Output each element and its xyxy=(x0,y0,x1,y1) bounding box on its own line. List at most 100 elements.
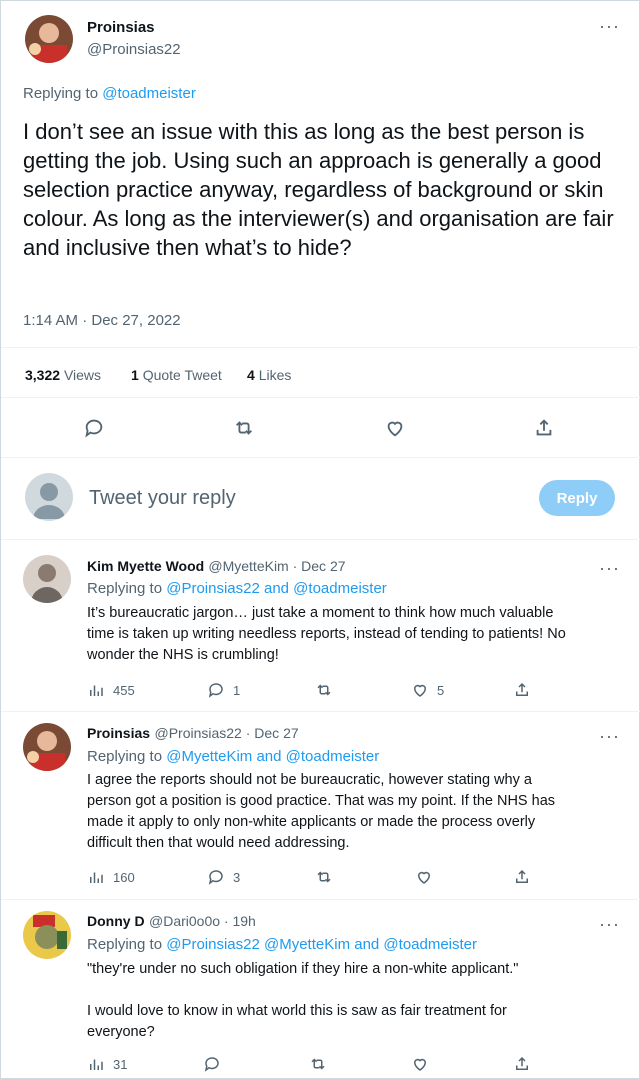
reply-more-icon[interactable]: ··· xyxy=(599,727,620,745)
main-tweet-author-name[interactable]: Proinsias xyxy=(87,19,155,36)
reply-text-line: wonder the NHS is crumbling! xyxy=(87,647,279,663)
views-stat[interactable]: 160 xyxy=(87,868,135,886)
views-icon xyxy=(90,685,103,696)
views-count: 160 xyxy=(113,869,135,885)
replying-to-handles[interactable]: @MyetteKim and @toadmeister xyxy=(166,748,379,765)
like-action[interactable] xyxy=(411,1055,437,1073)
views-stat[interactable]: 455 xyxy=(87,681,135,699)
reply-action[interactable]: 3 xyxy=(207,868,240,886)
reply-meta[interactable]: @MyetteKim · Dec 27 xyxy=(208,558,345,574)
views-label: Views xyxy=(63,367,102,383)
share-icon xyxy=(516,682,528,696)
views-count: 31 xyxy=(113,1056,128,1072)
reply-avatar[interactable] xyxy=(23,723,71,771)
reply-author-name[interactable]: Proinsias xyxy=(87,725,150,741)
reply-text-line: "they're under no such obligation if the… xyxy=(87,961,519,977)
retweet-icon xyxy=(311,1058,325,1070)
likes-stat[interactable]: 4 Likes xyxy=(247,367,291,383)
replying-to-handles[interactable]: @Proinsias22 @MyetteKim and @toadmeister xyxy=(166,936,477,953)
views-count: 455 xyxy=(113,682,135,698)
share-action[interactable] xyxy=(513,681,531,699)
reply-header: Kim Myette Wood @MyetteKim · Dec 27 xyxy=(87,558,346,575)
reply-composer-input[interactable]: Tweet your reply xyxy=(89,487,509,510)
reply-icon[interactable] xyxy=(83,417,105,439)
reply-text: "they're under no such obligation if the… xyxy=(87,959,518,1043)
main-tweet-replying-line: Replying to @toadmeister xyxy=(23,85,196,102)
reply-replying-line: Replying to @Proinsias22 @MyetteKim and … xyxy=(87,936,477,953)
replying-prefix: Replying to xyxy=(87,580,163,597)
reply-text-line: person got a position is good practice. … xyxy=(87,793,556,809)
retweet-action[interactable] xyxy=(309,1055,335,1073)
reply-text-line: time is taken up writing needless report… xyxy=(87,626,566,642)
divider xyxy=(1,397,640,398)
share-action[interactable] xyxy=(513,868,531,886)
replying-prefix: Replying to xyxy=(87,748,163,765)
reply-icon xyxy=(204,1057,219,1072)
reply-author-name[interactable]: Donny D xyxy=(87,913,145,929)
main-tweet-more-icon[interactable]: ··· xyxy=(599,17,620,35)
reply-action[interactable] xyxy=(203,1055,229,1073)
share-action[interactable] xyxy=(513,1055,531,1073)
reply-meta[interactable]: @Dari0o0o · 19h xyxy=(149,913,256,929)
replying-prefix: Replying to xyxy=(87,936,163,953)
reply-text-line: everyone? xyxy=(87,1024,155,1040)
quote-label: Quote Tweet xyxy=(142,367,222,383)
divider xyxy=(1,457,640,458)
reply-text-line: difficult then that would need addressin… xyxy=(87,835,350,851)
retweet-icon[interactable] xyxy=(233,417,255,439)
reply-replying-line: Replying to @MyetteKim and @toadmeister xyxy=(87,748,379,765)
like-count: 5 xyxy=(437,682,445,698)
main-tweet-stats: 3,322 Views xyxy=(25,367,101,383)
divider xyxy=(1,711,640,712)
divider xyxy=(1,347,640,348)
reply-avatar[interactable] xyxy=(23,911,71,959)
reply-text-line: I agree the reports should not be bureau… xyxy=(87,772,532,788)
reply-author-name[interactable]: Kim Myette Wood xyxy=(87,558,204,574)
views-icon xyxy=(90,1059,103,1070)
retweet-icon xyxy=(317,684,331,696)
main-tweet-timestamp[interactable]: 1:14 AM · Dec 27, 2022 xyxy=(23,312,181,329)
tweet-thread-frame: Proinsias @Proinsias22 ··· Replying to @… xyxy=(0,0,640,1079)
quote-tweets-stat[interactable]: 1 Quote Tweet xyxy=(131,367,222,383)
retweet-action[interactable] xyxy=(315,681,341,699)
like-action[interactable] xyxy=(415,868,441,886)
share-icon xyxy=(516,869,528,883)
reply-text: I agree the reports should not be bureau… xyxy=(87,770,555,854)
reply-meta[interactable]: @Proinsias22 · Dec 27 xyxy=(154,725,298,741)
like-action[interactable]: 5 xyxy=(411,681,444,699)
reply-avatar[interactable] xyxy=(23,555,71,603)
reply-button[interactable]: Reply xyxy=(539,480,615,516)
replying-to-handles[interactable]: @Proinsias22 and @toadmeister xyxy=(166,580,387,597)
main-tweet-text: I don’t see an issue with this as long a… xyxy=(23,119,614,260)
divider xyxy=(1,539,640,540)
reply-more-icon[interactable]: ··· xyxy=(599,915,620,933)
reply-header: Donny D @Dari0o0o · 19h xyxy=(87,913,256,931)
likes-count: 4 xyxy=(247,367,255,383)
like-icon xyxy=(417,871,431,884)
reply-replying-line: Replying to @Proinsias22 and @toadmeiste… xyxy=(87,580,387,597)
composer-avatar xyxy=(25,473,73,521)
retweet-icon xyxy=(317,871,331,883)
reply-count: 1 xyxy=(233,682,241,698)
reply-more-icon[interactable]: ··· xyxy=(599,559,620,577)
replying-to-handle[interactable]: @toadmeister xyxy=(102,85,196,102)
like-icon[interactable] xyxy=(384,417,406,439)
reply-text: It’s bureaucratic jargon… just take a mo… xyxy=(87,603,566,666)
share-icon[interactable] xyxy=(533,417,555,439)
views-count: 3,322 xyxy=(25,367,61,383)
views-icon xyxy=(90,872,103,883)
reply-icon xyxy=(208,683,223,698)
reply-icon xyxy=(208,870,223,885)
reply-text-line xyxy=(87,980,518,1001)
reply-action[interactable]: 1 xyxy=(207,681,240,699)
quote-count: 1 xyxy=(131,367,139,383)
likes-label: Likes xyxy=(258,367,292,383)
reply-text-line: made it apply to only non-white applican… xyxy=(87,814,536,830)
main-tweet-avatar[interactable] xyxy=(25,15,73,63)
retweet-action[interactable] xyxy=(315,868,341,886)
like-icon xyxy=(413,684,427,697)
views-stat[interactable]: 31 xyxy=(87,1055,127,1073)
share-icon xyxy=(516,1056,528,1070)
main-tweet-author-handle[interactable]: @Proinsias22 xyxy=(87,41,181,58)
reply-count: 3 xyxy=(233,869,241,885)
